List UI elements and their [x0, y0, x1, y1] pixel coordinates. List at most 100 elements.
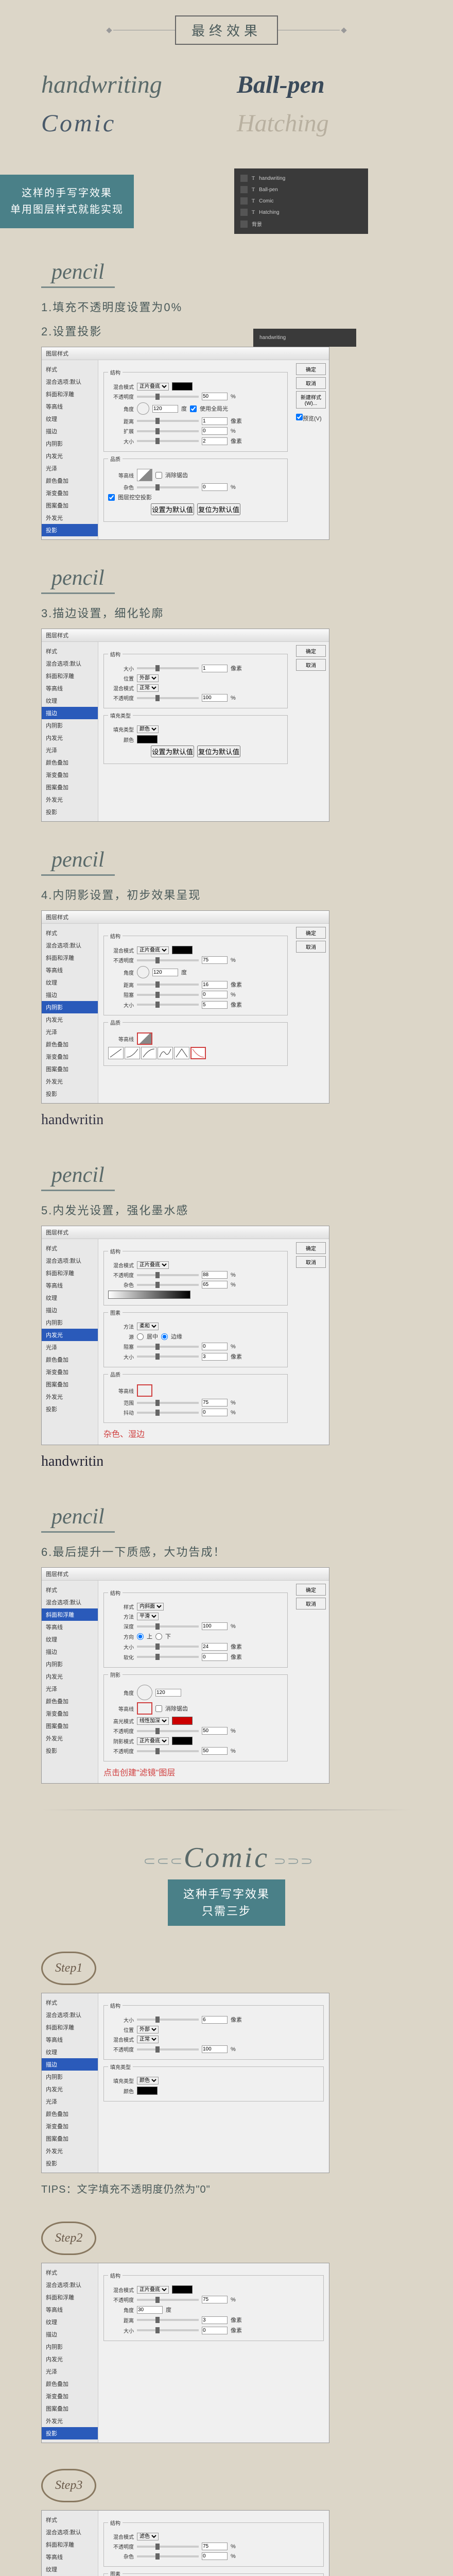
- size-input[interactable]: [202, 1001, 228, 1009]
- side-item[interactable]: 纹理: [42, 976, 98, 989]
- side-item[interactable]: 内发光: [42, 2083, 98, 2095]
- side-item[interactable]: 内阴影: [42, 437, 98, 450]
- knockout-check[interactable]: [108, 494, 115, 501]
- position-select[interactable]: 外部: [137, 2026, 159, 2033]
- shadow-swatch[interactable]: [172, 1737, 193, 1745]
- side-item[interactable]: 样式: [42, 927, 98, 939]
- side-item-selected[interactable]: 斜面和浮雕: [42, 1608, 98, 1621]
- side-item[interactable]: 图案叠加: [42, 1720, 98, 1732]
- opacity-input[interactable]: [202, 2296, 228, 2303]
- angle-input[interactable]: [152, 405, 178, 413]
- angle-input[interactable]: [137, 2306, 163, 2314]
- sh-opacity-input[interactable]: [202, 1747, 228, 1755]
- style-select[interactable]: 内斜面: [137, 1603, 164, 1611]
- side-item[interactable]: 图案叠加: [42, 499, 98, 512]
- side-item[interactable]: 纹理: [42, 694, 98, 707]
- side-item[interactable]: 混合选项:默认: [42, 2526, 98, 2538]
- opacity-slider[interactable]: [137, 2048, 199, 2050]
- position-select[interactable]: 外部: [137, 674, 159, 682]
- contour-preset[interactable]: [141, 1047, 156, 1059]
- size-slider[interactable]: [137, 440, 199, 442]
- side-item[interactable]: 颜色叠加: [42, 474, 98, 487]
- distance-slider[interactable]: [137, 984, 199, 986]
- dir-down-radio[interactable]: [155, 1633, 162, 1640]
- side-item[interactable]: 等高线: [42, 400, 98, 413]
- side-item[interactable]: 样式: [42, 1584, 98, 1596]
- side-item[interactable]: 外发光: [42, 2145, 98, 2157]
- cancel-button[interactable]: 取消: [296, 1598, 326, 1609]
- new-style-button[interactable]: 新建样式(W)...: [296, 391, 326, 409]
- blend-select[interactable]: 正片叠底: [137, 383, 169, 391]
- side-item[interactable]: 渐变叠加: [42, 1366, 98, 1378]
- soften-slider[interactable]: [137, 1656, 199, 1658]
- contour-picker[interactable]: [137, 1032, 152, 1045]
- jitter-slider[interactable]: [137, 1412, 199, 1414]
- side-item[interactable]: 外发光: [42, 1075, 98, 1088]
- opacity-slider[interactable]: [137, 959, 199, 961]
- filltype-select[interactable]: 颜色: [137, 725, 159, 733]
- noise-input[interactable]: [202, 2552, 228, 2560]
- dir-up-radio[interactable]: [137, 1633, 144, 1640]
- side-item[interactable]: 混合选项:默认: [42, 1255, 98, 1267]
- side-item[interactable]: 斜面和浮雕: [42, 2291, 98, 2303]
- side-item[interactable]: 纹理: [42, 2316, 98, 2328]
- angle-dial[interactable]: [137, 966, 149, 978]
- contour-picker[interactable]: [137, 469, 152, 481]
- side-item[interactable]: 光泽: [42, 1026, 98, 1038]
- noise-slider[interactable]: [137, 2555, 199, 2557]
- side-item[interactable]: 样式: [42, 363, 98, 376]
- cancel-button[interactable]: 取消: [296, 377, 326, 389]
- opacity-input[interactable]: [202, 2045, 228, 2053]
- size-input[interactable]: [202, 2327, 228, 2334]
- contour-preset[interactable]: [174, 1047, 189, 1059]
- side-item[interactable]: 纹理: [42, 2563, 98, 2575]
- color-swatch[interactable]: [172, 946, 193, 954]
- contour-preset[interactable]: [125, 1047, 140, 1059]
- side-item[interactable]: 内发光: [42, 1013, 98, 1026]
- side-item[interactable]: 纹理: [42, 1292, 98, 1304]
- hl-opacity-slider[interactable]: [137, 1730, 199, 1732]
- side-item[interactable]: 颜色叠加: [42, 1353, 98, 1366]
- side-item[interactable]: 样式: [42, 2266, 98, 2279]
- side-item[interactable]: 等高线: [42, 2551, 98, 2563]
- side-item[interactable]: 内发光: [42, 450, 98, 462]
- distance-input[interactable]: [202, 981, 228, 989]
- side-item[interactable]: 等高线: [42, 1279, 98, 1292]
- size-slider[interactable]: [137, 2329, 199, 2331]
- reset-button[interactable]: 复位为默认值: [197, 745, 240, 757]
- side-item[interactable]: 混合选项:默认: [42, 376, 98, 388]
- side-item[interactable]: 投影: [42, 806, 98, 818]
- range-input[interactable]: [202, 1399, 228, 1406]
- side-item[interactable]: 内阴影: [42, 2341, 98, 2353]
- side-item[interactable]: 外发光: [42, 1391, 98, 1403]
- side-item[interactable]: 投影: [42, 1403, 98, 1415]
- side-item[interactable]: 渐变叠加: [42, 1707, 98, 1720]
- side-item[interactable]: 内发光: [42, 2353, 98, 2365]
- side-item[interactable]: 纹理: [42, 413, 98, 425]
- side-item[interactable]: 图案叠加: [42, 1063, 98, 1075]
- side-item[interactable]: 投影: [42, 1744, 98, 1757]
- reset-button[interactable]: 复位为默认值: [197, 503, 240, 515]
- side-item[interactable]: 渐变叠加: [42, 487, 98, 499]
- side-item[interactable]: 描边: [42, 425, 98, 437]
- choke-slider[interactable]: [137, 1346, 199, 1348]
- side-item[interactable]: 渐变叠加: [42, 1050, 98, 1063]
- side-item[interactable]: 纹理: [42, 1633, 98, 1646]
- side-item[interactable]: 等高线: [42, 682, 98, 694]
- side-item[interactable]: 样式: [42, 1242, 98, 1255]
- side-item[interactable]: 颜色叠加: [42, 2378, 98, 2390]
- color-swatch[interactable]: [172, 382, 193, 391]
- gradient-bar[interactable]: [108, 1291, 190, 1299]
- side-item[interactable]: 投影: [42, 1088, 98, 1100]
- size-input[interactable]: [202, 1643, 228, 1651]
- size-slider[interactable]: [137, 1355, 199, 1358]
- size-slider[interactable]: [137, 667, 199, 669]
- side-item[interactable]: 内阴影: [42, 719, 98, 732]
- side-item[interactable]: 样式: [42, 1996, 98, 2009]
- side-item[interactable]: 混合选项:默认: [42, 1596, 98, 1608]
- side-item[interactable]: 图案叠加: [42, 2132, 98, 2145]
- opacity-slider[interactable]: [137, 1274, 199, 1276]
- side-item[interactable]: 外发光: [42, 793, 98, 806]
- opacity-slider[interactable]: [137, 697, 199, 699]
- antialias-check[interactable]: [155, 1705, 162, 1712]
